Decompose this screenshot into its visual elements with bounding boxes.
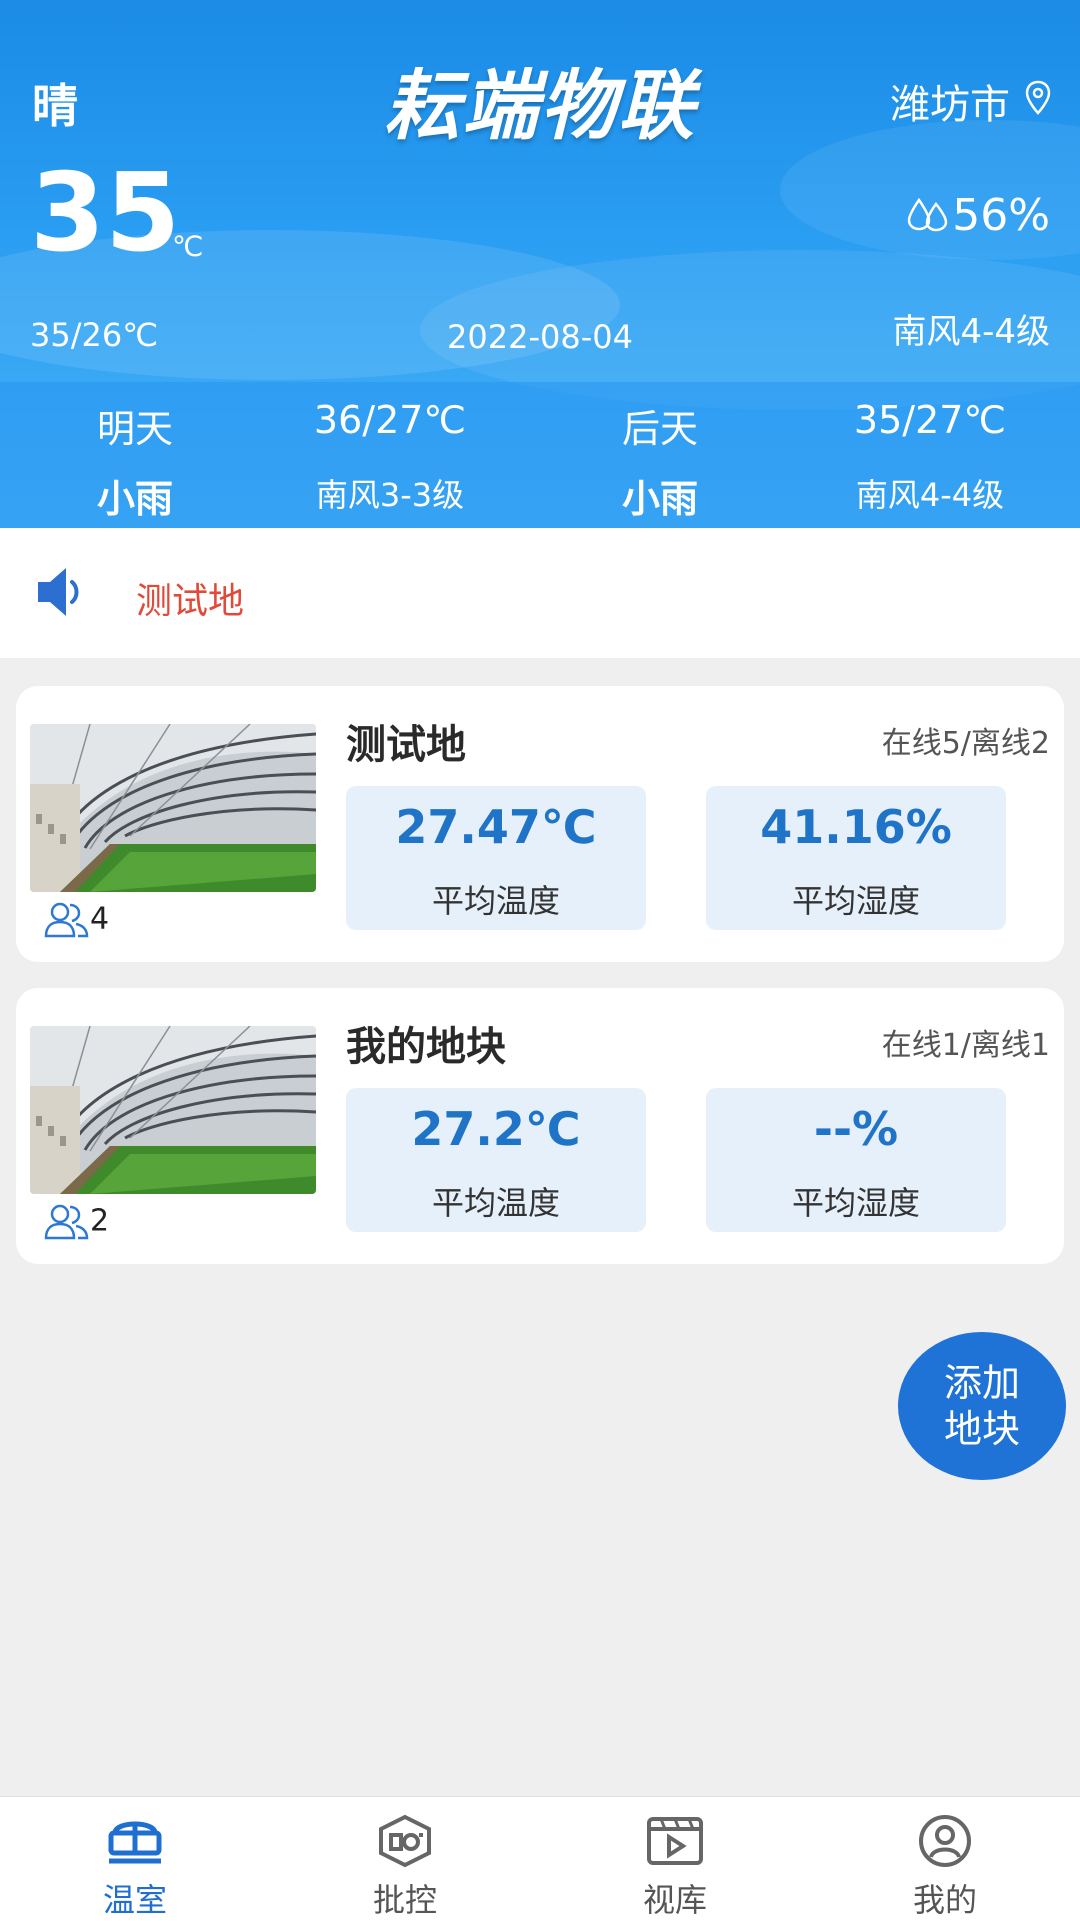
tab-batch-control[interactable]: 批控 (270, 1797, 540, 1921)
avg-humidity-value: 41.16% (760, 800, 952, 854)
weather-header: 晴 耘端物联 潍坊市 35 ℃ 56% 35/26℃ 2022-08-04 南风… (0, 0, 1080, 528)
device-status: 在线1/离线1 (881, 1028, 1050, 1063)
plot-card[interactable]: 2 我的地块 在线1/离线1 27.2℃ 平均温度 --% 平均湿度 (16, 988, 1064, 1264)
avg-temperature-value: 27.2℃ (411, 1102, 581, 1156)
member-count-value: 2 (90, 1203, 110, 1239)
wind-info: 南风4-4级 (892, 312, 1050, 352)
forecast-day-tomorrow: 明天 (96, 407, 173, 451)
member-count: 4 (44, 900, 109, 940)
avg-humidity-box: --% 平均湿度 (706, 1088, 1006, 1232)
greenhouse-icon (108, 1821, 162, 1864)
member-count: 2 (44, 1202, 109, 1242)
avg-temperature-box: 27.47℃ 平均温度 (346, 786, 646, 930)
forecast-wind-tomorrow: 南风3-3级 (315, 476, 465, 514)
tab-label: 批控 (372, 1881, 437, 1919)
notice-text: 测试地 (136, 581, 245, 622)
avg-humidity-box: 41.16% 平均湿度 (706, 786, 1006, 930)
forecast-temp-tomorrow: 36/27℃ (313, 398, 467, 442)
avg-humidity-label: 平均湿度 (791, 882, 920, 920)
device-status: 在线5/离线2 (881, 726, 1050, 761)
tab-video-library[interactable]: 视库 (540, 1797, 810, 1921)
speaker-icon (38, 568, 79, 616)
add-plot-label-line1: 添加 (943, 1361, 1020, 1405)
humidity-icon (907, 197, 948, 232)
plot-name: 我的地块 (346, 1024, 506, 1070)
temperature-unit: ℃ (172, 230, 204, 263)
forecast-temp-after: 35/27℃ (853, 398, 1007, 442)
avg-temperature-label: 平均温度 (431, 882, 560, 920)
add-plot-button[interactable]: 添加 地块 (898, 1332, 1066, 1480)
forecast-wind-after: 南风4-4级 (855, 476, 1005, 514)
avg-temperature-box: 27.2℃ 平均温度 (346, 1088, 646, 1232)
tab-label: 我的 (912, 1881, 977, 1919)
humidity-value: 56% (952, 190, 1050, 241)
city-selector[interactable]: 潍坊市 (890, 72, 1010, 130)
tab-label: 视库 (642, 1881, 707, 1919)
greenhouse-photo (30, 724, 316, 892)
add-plot-label-line2: 地块 (943, 1407, 1020, 1451)
tab-greenhouse[interactable]: 温室 (0, 1797, 270, 1921)
avg-humidity-value: --% (813, 1102, 899, 1156)
users-icon (44, 1204, 89, 1240)
tab-profile[interactable]: 我的 (810, 1797, 1080, 1921)
avg-temperature-label: 平均温度 (431, 1184, 560, 1222)
greenhouse-photo (30, 1026, 316, 1194)
current-temperature: 35 (30, 151, 181, 276)
avg-humidity-label: 平均湿度 (791, 1184, 920, 1222)
avg-temperature-value: 27.47℃ (395, 800, 597, 854)
forecast-day-after: 后天 (621, 407, 698, 451)
plot-name: 测试地 (346, 722, 466, 768)
location-pin-icon[interactable] (1024, 80, 1052, 116)
video-library-icon (647, 1817, 703, 1865)
batch-control-icon (379, 1814, 431, 1868)
tab-label: 温室 (102, 1881, 167, 1919)
notice-bar[interactable]: 测试地 (0, 528, 1080, 658)
member-count-value: 4 (90, 901, 110, 937)
forecast-condition-after: 小雨 (621, 477, 698, 521)
users-icon (44, 902, 89, 938)
bottom-tab-bar: 温室 批控 视库 我的 (0, 1796, 1080, 1921)
forecast-condition-tomorrow: 小雨 (96, 477, 173, 521)
plot-card[interactable]: 4 测试地 在线5/离线2 27.47℃ 平均温度 41.16% 平均湿度 (16, 686, 1064, 962)
profile-icon (919, 1815, 971, 1867)
